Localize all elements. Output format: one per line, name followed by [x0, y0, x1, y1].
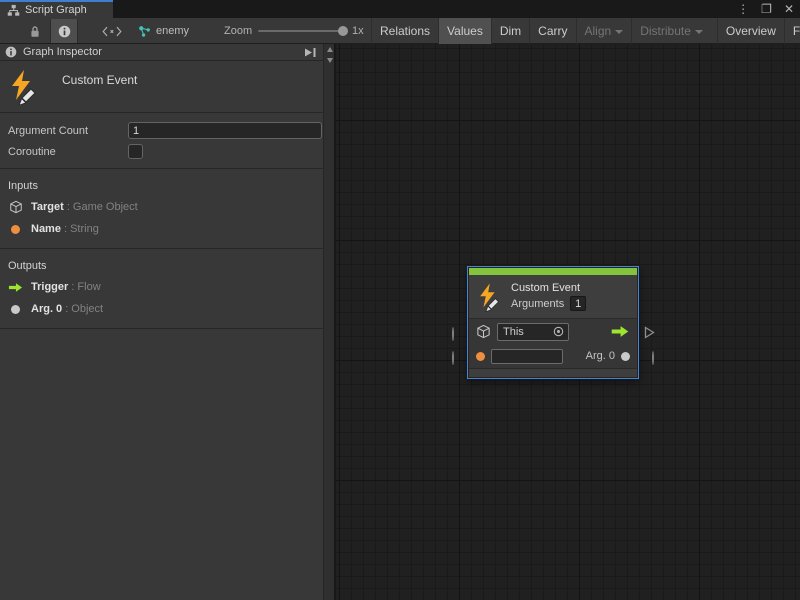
relations-button[interactable]: Relations [371, 18, 438, 44]
outputs-section: Outputs Trigger : Flow Arg. 0 : Object [0, 249, 334, 329]
argument-count-label: Argument Count [8, 125, 128, 137]
coroutine-label: Coroutine [8, 146, 128, 158]
node-arguments-field[interactable]: 1 [570, 296, 586, 311]
close-icon[interactable]: ✕ [784, 1, 794, 17]
trigger-output-port[interactable] [644, 326, 655, 339]
port-name: Name [31, 223, 61, 235]
cube-icon [9, 200, 23, 214]
unit-settings-block: Argument Count Coroutine [0, 113, 334, 169]
node-name-row: Arg. 0 [469, 344, 637, 368]
graph-toolbar: enemy Zoom 1x Relations Values Dim Carry… [0, 18, 800, 44]
cube-icon [476, 324, 491, 339]
target-input-port[interactable] [452, 328, 454, 340]
graph-inspector-panel: Graph Inspector Custom Event Argument Co… [0, 44, 335, 600]
unit-inspector-title-block: Custom Event [0, 61, 334, 113]
target-object-dropdown[interactable]: This [497, 323, 569, 341]
window-controls: ⋮ ❐ ✕ [737, 0, 794, 18]
zoom-label: Zoom [224, 18, 252, 44]
node-body: This [469, 319, 637, 368]
node-title: Custom Event [511, 282, 586, 294]
arg0-output-dot-icon[interactable] [621, 352, 630, 361]
node-header[interactable]: Custom Event Arguments 1 [469, 275, 637, 319]
graph-asset-icon [138, 25, 151, 38]
lock-icon [29, 25, 41, 38]
custom-event-icon [477, 282, 501, 312]
list-item: Trigger : Flow [8, 276, 334, 298]
port-name: Target [31, 201, 64, 213]
arg0-label: Arg. 0 [586, 350, 615, 362]
flow-arrow-icon [8, 282, 23, 293]
code-icon [102, 26, 122, 37]
port-type: : Game Object [67, 201, 138, 213]
custom-event-icon [8, 69, 38, 105]
zoom-level-value: 1x [352, 18, 364, 44]
graph-name-label: enemy [156, 25, 189, 37]
toolbar-button-group: Relations Values Dim Carry Align Distrib… [371, 18, 800, 44]
string-dot-icon [476, 352, 485, 361]
coroutine-checkbox[interactable] [128, 144, 143, 159]
unity-visual-scripting-window: Script Graph ⋮ ❐ ✕ [0, 0, 800, 600]
port-type: : String [64, 223, 99, 235]
list-item: Name : String [8, 218, 334, 240]
tab-script-graph[interactable]: Script Graph [0, 0, 113, 18]
object-dot-icon [11, 305, 20, 314]
trigger-flow-arrow-icon[interactable] [610, 325, 630, 338]
custom-event-node[interactable]: Custom Event Arguments 1 This [467, 266, 639, 379]
title-bar: Script Graph ⋮ ❐ ✕ [0, 0, 800, 18]
maximize-icon[interactable]: ❐ [761, 1, 772, 17]
scroll-up-icon[interactable] [324, 44, 335, 55]
node-footer [469, 368, 637, 377]
scroll-down-icon[interactable] [324, 55, 335, 66]
target-value: This [503, 326, 524, 338]
graph-inspector-header: Graph Inspector [0, 44, 334, 61]
name-input-port[interactable] [452, 352, 454, 364]
coroutine-row: Coroutine [8, 141, 334, 162]
dock-panel-button[interactable] [302, 46, 318, 59]
window-menu-icon[interactable]: ⋮ [737, 1, 749, 17]
argument-count-row: Argument Count [8, 120, 334, 141]
port-name: Trigger [31, 281, 68, 293]
list-item: Arg. 0 : Object [8, 298, 334, 320]
code-preview-button[interactable] [92, 19, 132, 43]
object-picker-icon[interactable] [553, 326, 564, 337]
node-target-row: This [469, 319, 637, 344]
chevron-down-icon [615, 30, 623, 34]
node-event-colorbar [469, 268, 637, 275]
string-dot-icon [11, 225, 20, 234]
lock-button[interactable] [24, 19, 46, 43]
zoom-slider[interactable] [258, 30, 344, 32]
values-button[interactable]: Values [438, 18, 491, 44]
align-dropdown-button[interactable]: Align [576, 18, 632, 44]
graph-canvas[interactable]: Custom Event Arguments 1 This [336, 44, 800, 600]
graph-inspector-title: Graph Inspector [23, 46, 102, 58]
distribute-dropdown-button[interactable]: Distribute [631, 18, 711, 44]
inputs-header: Inputs [8, 176, 334, 196]
arg0-output-port[interactable] [652, 352, 654, 364]
tab-label: Script Graph [25, 4, 87, 16]
port-name: Arg. 0 [31, 303, 62, 315]
list-item: Target : Game Object [8, 196, 334, 218]
carry-button[interactable]: Carry [529, 18, 575, 44]
inspector-scrollbar[interactable] [323, 44, 334, 600]
event-name-input[interactable] [491, 349, 563, 364]
port-type: : Flow [71, 281, 100, 293]
argument-count-input[interactable] [128, 122, 322, 139]
graph-asset-reference[interactable]: enemy [138, 18, 189, 44]
outputs-header: Outputs [8, 256, 334, 276]
chevron-down-icon [695, 30, 703, 34]
inspector-toggle-button[interactable] [50, 19, 78, 43]
overview-button[interactable]: Overview [717, 18, 784, 44]
dim-button[interactable]: Dim [491, 18, 529, 44]
script-graph-tab-icon [7, 4, 20, 17]
info-icon [58, 25, 71, 38]
inputs-section: Inputs Target : Game Object Name : Strin… [0, 169, 334, 249]
zoom-slider-handle[interactable] [338, 26, 348, 36]
dock-icon [304, 47, 317, 58]
full-screen-button[interactable]: Full Screen [784, 18, 800, 44]
node-arguments-label: Arguments [511, 298, 564, 310]
unit-title: Custom Event [62, 73, 137, 87]
port-type: : Object [65, 303, 103, 315]
info-icon [5, 46, 17, 58]
